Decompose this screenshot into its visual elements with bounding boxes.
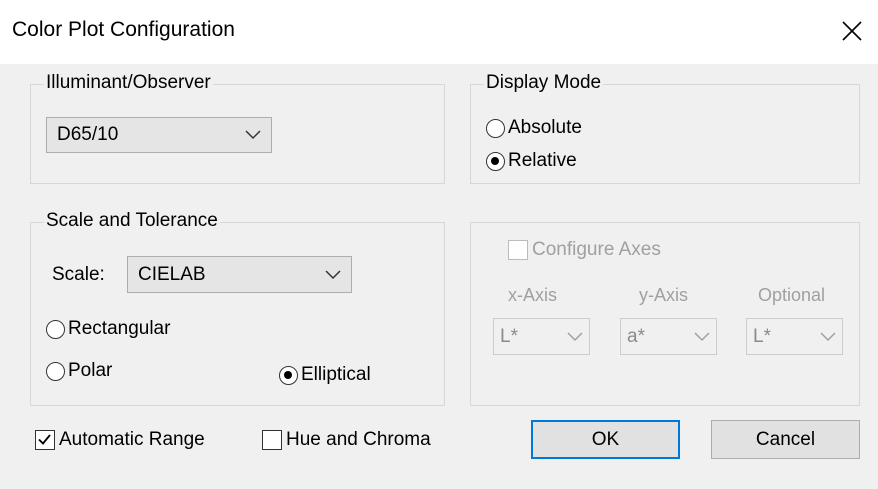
close-button[interactable] (832, 10, 872, 52)
x-axis-dropdown[interactable]: L* (493, 318, 590, 355)
x-axis-label: x-Axis (508, 285, 557, 305)
chevron-down-icon (694, 331, 710, 341)
scale-dropdown[interactable]: CIELAB (127, 256, 352, 293)
x-axis-value: L* (500, 325, 518, 347)
dialog-title: Color Plot Configuration (12, 18, 235, 41)
y-axis-dropdown[interactable]: a* (620, 318, 717, 355)
dialog-body: Illuminant/Observer D65/10 Display Mode … (0, 64, 878, 489)
radio-elliptical[interactable]: Elliptical (279, 364, 371, 386)
illuminant-dropdown[interactable]: D65/10 (46, 117, 272, 153)
automatic-range-checkbox[interactable]: Automatic Range (35, 429, 205, 451)
checkmark-icon (38, 434, 51, 445)
scale-tolerance-legend: Scale and Tolerance (44, 210, 220, 232)
radio-polar-button[interactable] (46, 361, 65, 381)
cancel-button[interactable]: Cancel (711, 420, 860, 459)
ok-button[interactable]: OK (531, 420, 680, 459)
optional-value: L* (753, 325, 771, 347)
close-icon (842, 21, 862, 41)
chevron-down-icon (820, 331, 836, 341)
chevron-down-icon (245, 130, 261, 140)
radio-rectangular-button[interactable] (46, 319, 65, 339)
y-axis-value: a* (627, 325, 645, 347)
radio-absolute[interactable]: Absolute (486, 117, 582, 139)
radio-absolute-button[interactable] (486, 118, 505, 138)
automatic-range-label: Automatic Range (59, 429, 205, 450)
radio-relative-button[interactable] (486, 151, 505, 171)
configure-axes-label: Configure Axes (532, 239, 661, 260)
radio-rectangular[interactable]: Rectangular (46, 318, 170, 340)
scale-label: Scale: (52, 264, 105, 285)
radio-rectangular-label: Rectangular (68, 318, 171, 339)
radio-polar-label: Polar (68, 360, 113, 381)
optional-label: Optional (758, 285, 826, 305)
display-mode-legend: Display Mode (484, 72, 604, 94)
hue-chroma-box[interactable] (262, 430, 282, 450)
radio-absolute-label: Absolute (508, 117, 582, 138)
optional-dropdown[interactable]: L* (746, 318, 843, 355)
radio-relative-label: Relative (508, 150, 577, 171)
configure-axes-checkbox[interactable]: Configure Axes (508, 239, 664, 261)
radio-relative[interactable]: Relative (486, 150, 577, 172)
illuminant-value: D65/10 (57, 124, 119, 145)
scale-value: CIELAB (138, 263, 206, 285)
configure-axes-box[interactable] (508, 240, 528, 260)
radio-elliptical-label: Elliptical (301, 364, 371, 385)
radio-elliptical-button[interactable] (279, 365, 298, 385)
chevron-down-icon (325, 269, 341, 279)
radio-polar[interactable]: Polar (46, 360, 112, 382)
automatic-range-box[interactable] (35, 430, 55, 450)
title-bar: Color Plot Configuration (0, 0, 878, 64)
y-axis-label: y-Axis (639, 285, 688, 305)
hue-chroma-label: Hue and Chroma (286, 429, 431, 450)
chevron-down-icon (567, 331, 583, 341)
hue-chroma-checkbox[interactable]: Hue and Chroma (262, 429, 431, 451)
illuminant-legend: Illuminant/Observer (44, 72, 213, 94)
